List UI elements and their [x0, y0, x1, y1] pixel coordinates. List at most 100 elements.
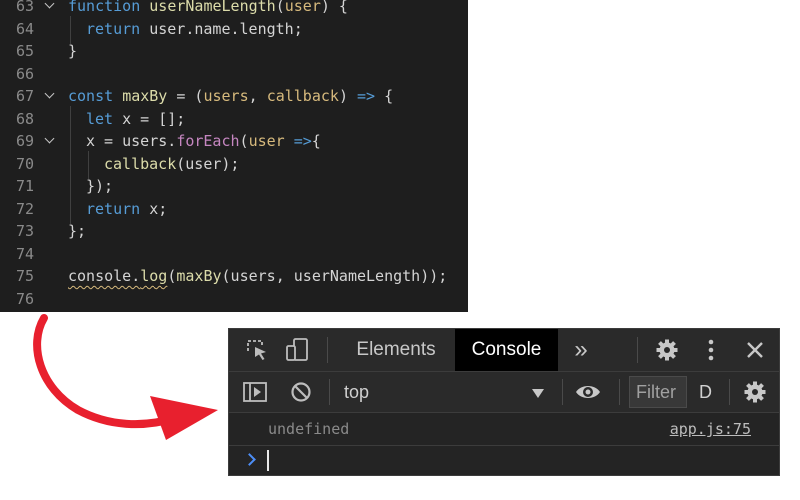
code-text: callback(user);	[104, 153, 239, 176]
line-number: 66	[15, 64, 34, 83]
kebab-menu-icon[interactable]	[703, 338, 719, 362]
code-line[interactable]: 64 return user.name.length;	[0, 18, 468, 41]
toolbar-separator	[637, 337, 638, 363]
code-text: };	[68, 220, 86, 243]
line-number: 68	[15, 109, 34, 128]
console-prompt[interactable]	[229, 446, 779, 476]
fold-chevron-icon[interactable]	[44, 85, 58, 107]
code-text: console.log(maxBy(users, userNameLength)…	[68, 265, 447, 288]
code-token: user.name.length;	[140, 19, 303, 38]
console-message-text: undefined	[268, 420, 350, 438]
code-line[interactable]: 74	[0, 243, 468, 266]
code-token: forEach	[176, 132, 240, 150]
code-text: let x = [];	[86, 108, 185, 131]
code-token: maxBy	[176, 267, 222, 285]
line-number: 71	[15, 177, 34, 195]
code-token: =>	[357, 87, 376, 105]
console-message-source-link[interactable]: app.js:75	[670, 420, 751, 438]
line-number: 63	[15, 0, 34, 15]
code-line[interactable]: 68 let x = [];	[0, 108, 468, 131]
toolbar-separator	[329, 379, 330, 405]
code-line[interactable]: 66	[0, 63, 468, 86]
code-token: (	[239, 132, 249, 150]
code-token: x;	[140, 199, 168, 218]
device-toolbar-icon[interactable]	[284, 338, 310, 362]
console-filter-bar: top Filter D	[229, 372, 779, 413]
line-number: 75	[15, 267, 34, 285]
code-line[interactable]: 70 callback(user);	[0, 153, 468, 176]
fold-chevron-icon[interactable]	[44, 130, 58, 152]
code-line[interactable]: 65}	[0, 40, 468, 63]
gear-icon[interactable]	[655, 338, 679, 362]
text-caret	[267, 450, 269, 471]
code-token: ,	[248, 87, 267, 105]
code-token: maxBy	[122, 87, 168, 105]
close-icon[interactable]	[745, 340, 765, 360]
code-token: {	[375, 87, 394, 105]
code-text: }	[68, 40, 77, 63]
code-line[interactable]: 67 const maxBy = (users, callback) => {	[0, 85, 468, 108]
eye-icon[interactable]	[575, 381, 601, 403]
dropdown-triangle-icon[interactable]	[532, 386, 544, 398]
code-token: callback	[266, 87, 339, 105]
fold-chevron-icon[interactable]	[44, 0, 58, 17]
line-number: 65	[15, 42, 34, 60]
code-token: }	[68, 42, 78, 60]
code-line[interactable]: 73};	[0, 220, 468, 243]
code-token: users	[203, 87, 249, 105]
line-number: 72	[15, 199, 34, 218]
code-token: callback	[104, 154, 177, 173]
line-number: 74	[15, 244, 34, 263]
devtools-main-toolbar: Elements Console »	[229, 329, 779, 372]
console-settings-gear-icon[interactable]	[743, 380, 767, 404]
code-token: x = [];	[113, 109, 186, 128]
context-selector[interactable]: top	[344, 372, 369, 412]
code-token: userNameLength	[149, 0, 276, 15]
sidebar-toggle-icon[interactable]	[243, 381, 267, 403]
code-token: const	[68, 87, 114, 105]
toolbar-separator	[562, 379, 563, 405]
code-token: function	[68, 0, 141, 15]
code-token: console.	[68, 267, 141, 285]
line-number: 67	[15, 87, 34, 105]
code-line[interactable]: 69 x = users.forEach(user =>{	[0, 130, 468, 153]
code-text: function userNameLength(user) {	[68, 0, 348, 18]
code-token: =>	[293, 132, 312, 150]
code-token: )	[338, 87, 357, 105]
code-token: {	[311, 132, 321, 150]
code-token: x = users.	[86, 132, 177, 150]
console-message-row: undefined app.js:75	[229, 413, 779, 446]
code-token: return	[86, 199, 141, 218]
code-token: });	[86, 177, 114, 195]
code-token: user	[248, 132, 285, 150]
code-text: });	[86, 175, 113, 198]
code-line[interactable]: 76	[0, 288, 468, 311]
code-text: x = users.forEach(user =>{	[86, 130, 321, 153]
line-number: 73	[15, 222, 34, 240]
code-line[interactable]: 75 console.log(maxBy(users, userNameLengt…	[0, 265, 468, 288]
line-number: 70	[15, 154, 34, 173]
tab-console[interactable]: Console	[455, 329, 558, 371]
code-line[interactable]: 63 function userNameLength(user) {	[0, 0, 468, 18]
log-levels-dropdown[interactable]: D	[699, 372, 712, 412]
inspect-element-icon[interactable]	[245, 338, 269, 362]
more-tabs-button[interactable]: »	[562, 329, 600, 371]
clear-console-icon[interactable]	[290, 381, 312, 403]
code-editor[interactable]: 63 function userNameLength(user) {64 retur…	[0, 0, 468, 312]
code-line[interactable]: 71});	[0, 175, 468, 198]
code-token: (users, userNameLength));	[221, 267, 448, 285]
code-text: return x;	[86, 198, 167, 221]
code-token: user	[284, 0, 321, 15]
code-token: (user);	[176, 154, 240, 173]
tab-elements[interactable]: Elements	[339, 329, 453, 371]
toolbar-separator	[619, 379, 620, 405]
code-text: return user.name.length;	[86, 18, 303, 41]
code-token: let	[86, 109, 114, 128]
code-line[interactable]: 72 return x;	[0, 198, 468, 221]
line-number: 69	[15, 132, 34, 150]
filter-input[interactable]: Filter	[629, 376, 687, 408]
line-number: 64	[15, 19, 34, 38]
